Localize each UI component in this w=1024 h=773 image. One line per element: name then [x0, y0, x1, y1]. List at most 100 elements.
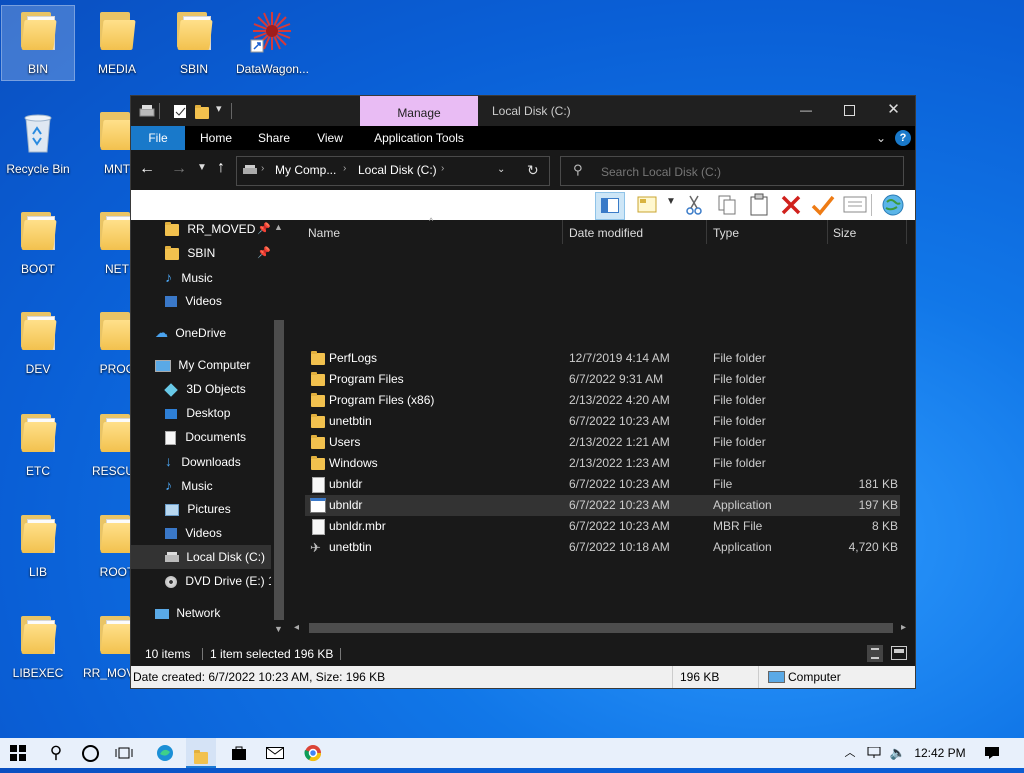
nav-item-network[interactable]: Network: [155, 601, 220, 625]
action-center-button[interactable]: [980, 738, 1004, 768]
cortana-button[interactable]: [76, 738, 104, 768]
forward-button[interactable]: →: [171, 160, 187, 178]
show-hidden-icons-chevron-icon[interactable]: ︿: [842, 738, 858, 768]
desktop-icon-etc[interactable]: ETC: [2, 408, 74, 482]
column-header-date-modified[interactable]: Date modified: [569, 220, 643, 246]
tab-share[interactable]: Share: [249, 126, 299, 150]
breadcrumb-local-disk[interactable]: Local Disk (C:): [358, 163, 437, 177]
scroll-right-icon[interactable]: ▸: [901, 622, 906, 633]
nav-item-rr-moved[interactable]: RR_MOVED: [165, 217, 255, 241]
close-button[interactable]: ✕: [872, 96, 915, 126]
nav-item-videos[interactable]: Videos: [165, 289, 222, 313]
scroll-left-icon[interactable]: ◂: [294, 622, 299, 633]
rename-check-icon[interactable]: [811, 194, 835, 219]
network-tray-icon[interactable]: [864, 738, 884, 768]
up-button[interactable]: ↑: [217, 159, 225, 177]
file-row-program-files-x86[interactable]: Program Files (x86) 2/13/2022 4:20 AM Fi…: [305, 390, 900, 411]
breadcrumb-my-computer[interactable]: My Comp...: [275, 163, 336, 177]
desktop-icon-lib[interactable]: LIB: [2, 509, 74, 583]
address-dropdown-icon[interactable]: ⌄: [497, 164, 505, 175]
nav-item-local-disk[interactable]: Local Disk (C:): [131, 545, 271, 569]
location-info: Computer: [788, 670, 841, 684]
scroll-down-icon[interactable]: ▼: [274, 624, 283, 634]
tab-application-tools[interactable]: Application Tools: [361, 126, 477, 150]
store-button[interactable]: [224, 738, 254, 768]
chrome-button[interactable]: [298, 738, 328, 768]
scroll-up-icon[interactable]: ▲: [274, 222, 283, 232]
globe-icon[interactable]: [881, 193, 905, 220]
nav-item-desktop[interactable]: Desktop: [165, 401, 230, 425]
file-row-unetbtin-folder[interactable]: unetbtin 6/7/2022 10:23 AM File folder: [305, 411, 900, 432]
file-row-windows[interactable]: Windows 2/13/2022 1:23 AM File folder: [305, 453, 900, 474]
desktop-icon-recycle-bin[interactable]: Recycle Bin: [2, 106, 74, 180]
column-header-size[interactable]: Size: [833, 220, 856, 246]
nav-item-3d-objects[interactable]: 3D Objects: [164, 377, 246, 401]
tab-home[interactable]: Home: [191, 126, 241, 150]
nav-item-sbin[interactable]: SBIN: [165, 241, 215, 265]
recent-locations-chevron-icon[interactable]: ▼: [197, 162, 207, 173]
desktop-icon-media[interactable]: MEDIA: [81, 6, 153, 80]
nav-item-music-2[interactable]: ♪ Music: [165, 473, 213, 497]
manage-context-tab[interactable]: Manage: [360, 96, 478, 126]
help-icon[interactable]: ?: [895, 130, 911, 146]
properties-card-icon[interactable]: [843, 196, 867, 217]
file-row-program-files[interactable]: Program Files 6/7/2022 9:31 AM File fold…: [305, 369, 900, 390]
file-row-ubnldr-file[interactable]: ubnldr 6/7/2022 10:23 AM File 181 KB: [305, 474, 900, 495]
desktop-icon-libexec[interactable]: LIBEXEC: [2, 610, 74, 684]
maximize-button[interactable]: [828, 96, 872, 126]
desktop-icon-bin[interactable]: BIN: [1, 5, 75, 81]
search-input[interactable]: [599, 162, 893, 182]
horizontal-scrollbar[interactable]: ◂ ▸: [289, 620, 915, 636]
refresh-icon[interactable]: ↻: [527, 162, 539, 179]
column-header-type[interactable]: Type: [713, 220, 739, 246]
search-box[interactable]: ⚲: [560, 156, 904, 186]
expand-ribbon-chevron-icon[interactable]: ⌄: [871, 126, 891, 150]
minimize-button[interactable]: —: [784, 96, 828, 126]
nav-item-dvd-drive[interactable]: DVD Drive (E:) 13: [165, 569, 271, 593]
nav-item-music[interactable]: ♪ Music: [165, 265, 213, 289]
back-button[interactable]: ←: [139, 160, 155, 178]
file-row-ubnldr-application[interactable]: ubnldr 6/7/2022 10:23 AM Application 197…: [305, 495, 900, 516]
nav-scrollbar-thumb[interactable]: [274, 320, 284, 620]
desktop-icon-dev[interactable]: DEV: [2, 306, 74, 380]
search-icon[interactable]: ⚲: [42, 738, 70, 768]
customize-quick-access-icon[interactable]: ▾: [216, 102, 222, 115]
clock[interactable]: 12:42 PM: [914, 738, 966, 768]
cut-icon[interactable]: [684, 194, 704, 219]
start-button[interactable]: [4, 738, 32, 768]
column-header-name[interactable]: Name: [308, 220, 340, 246]
desktop-icon-boot[interactable]: BOOT: [2, 206, 74, 280]
preview-pane-icon[interactable]: [637, 195, 659, 218]
horizontal-scrollbar-thumb[interactable]: [309, 623, 893, 633]
nav-item-my-computer[interactable]: My Computer: [155, 353, 250, 377]
address-bar[interactable]: › My Comp... › Local Disk (C:) › ⌄ ↻: [236, 156, 550, 186]
large-icons-view-button[interactable]: [891, 646, 907, 660]
file-explorer-taskbar-button[interactable]: [186, 738, 216, 768]
new-folder-icon[interactable]: [195, 104, 209, 119]
nav-scrollbar[interactable]: ▲ ▼: [271, 220, 287, 642]
nav-item-pictures[interactable]: Pictures: [165, 497, 231, 521]
tab-view[interactable]: View: [305, 126, 355, 150]
delete-icon[interactable]: [780, 194, 802, 219]
desktop-icon-sbin[interactable]: SBIN: [158, 6, 230, 80]
properties-icon[interactable]: [173, 104, 187, 122]
nav-item-downloads[interactable]: ↓ Downloads: [165, 449, 241, 473]
nav-item-documents[interactable]: Documents: [165, 425, 246, 449]
copy-icon[interactable]: [717, 194, 737, 219]
file-row-unetbtin-application[interactable]: ✈ unetbtin 6/7/2022 10:18 AM Application…: [305, 537, 900, 558]
navigation-pane-button[interactable]: [595, 192, 625, 220]
tab-file[interactable]: File: [131, 126, 185, 150]
details-view-button[interactable]: [867, 645, 883, 662]
file-row-users[interactable]: Users 2/13/2022 1:21 AM File folder: [305, 432, 900, 453]
desktop-icon-datawagon[interactable]: DataWagon...: [236, 6, 308, 80]
layout-dropdown-chevron-icon[interactable]: ▼: [666, 196, 676, 207]
file-row-perflogs[interactable]: PerfLogs 12/7/2019 4:14 AM File folder: [305, 348, 900, 369]
edge-button[interactable]: [150, 738, 180, 768]
file-row-ubnldr-mbr[interactable]: ubnldr.mbr 6/7/2022 10:23 AM MBR File 8 …: [305, 516, 900, 537]
nav-item-videos-2[interactable]: Videos: [165, 521, 222, 545]
task-view-button[interactable]: [110, 738, 138, 768]
nav-item-onedrive[interactable]: ☁ OneDrive: [155, 321, 226, 345]
volume-icon[interactable]: 🔈: [888, 738, 908, 768]
paste-icon[interactable]: [749, 193, 769, 220]
mail-button[interactable]: [260, 738, 290, 768]
